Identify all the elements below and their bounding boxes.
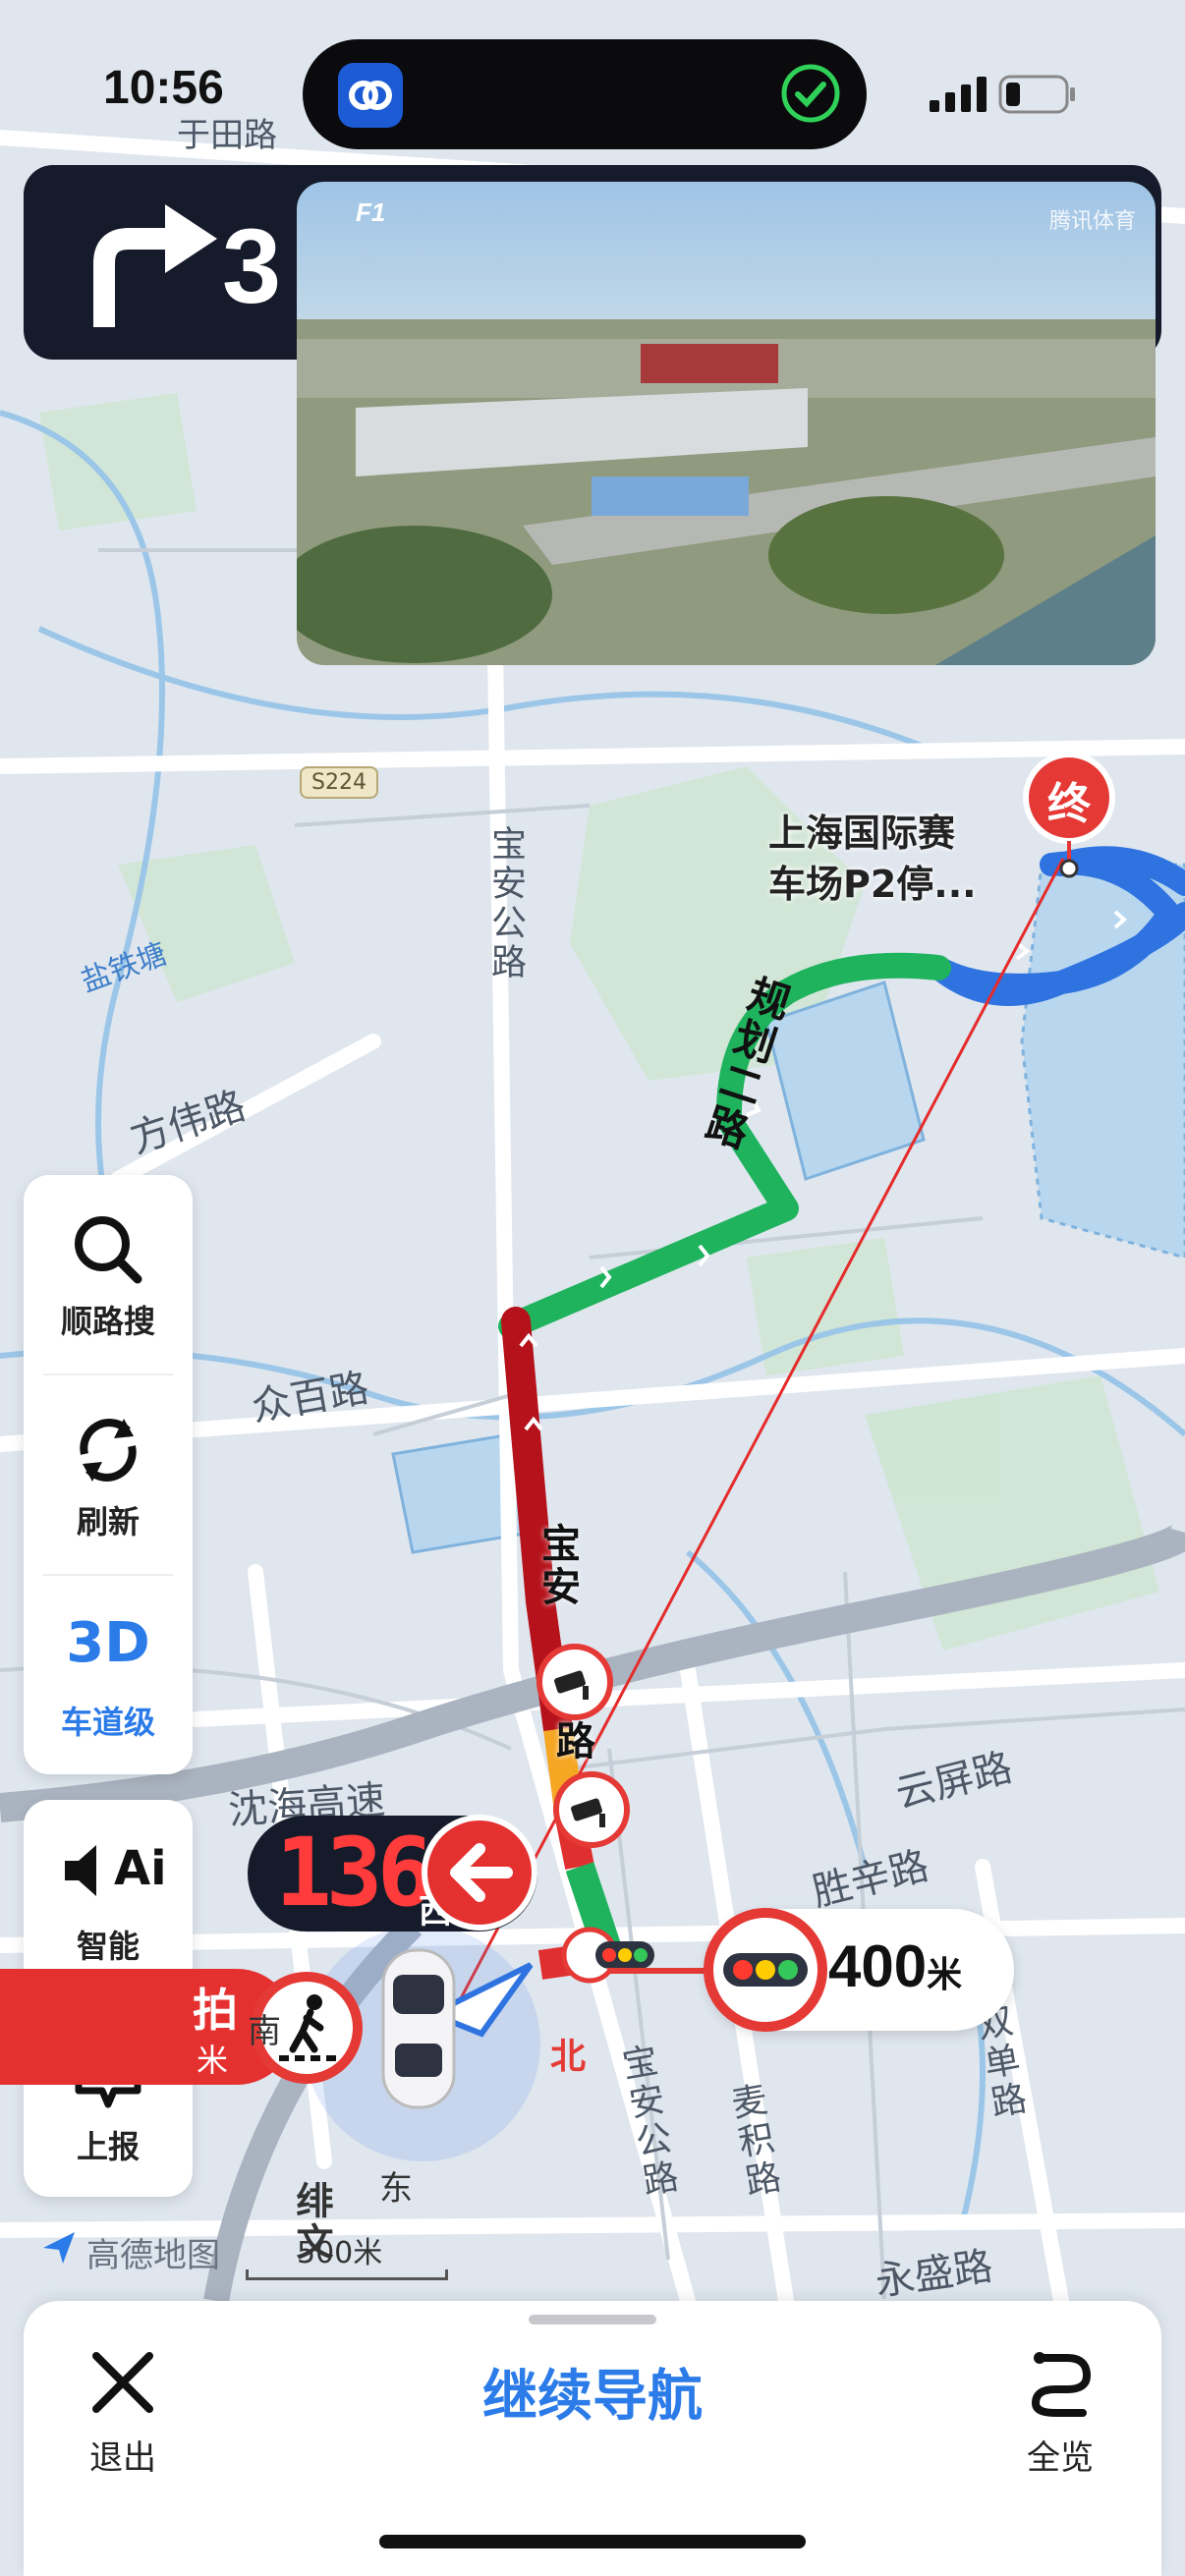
link-app-icon: [338, 63, 403, 128]
arrow-left-icon: [421, 1814, 538, 1935]
aerial-track-image: F1: [297, 182, 1156, 665]
compass-east: 东: [379, 2169, 413, 2209]
turn-right-icon: [75, 195, 222, 336]
ai-assistant-button[interactable]: Ai 智能: [24, 1800, 193, 1996]
destination-marker-text: 终: [1047, 779, 1091, 829]
video-watermark: 腾讯体育: [1048, 209, 1136, 234]
highway-shield: S224: [300, 766, 378, 799]
refresh-label: 刷新: [76, 1503, 140, 1540]
traffic-light-icon: [702, 1906, 829, 2038]
f1-logo: F1: [356, 197, 385, 227]
turn-distance: 3: [222, 206, 282, 325]
route-overview-icon: [1031, 2352, 1092, 2417]
side-toolbar: 顺路搜 刷新 3D 车道级: [24, 1175, 193, 1774]
destination-label[interactable]: 上海国际赛 车场P2停...: [768, 808, 977, 910]
ai-label: 智能: [76, 1928, 140, 1965]
map-scale-bar: [246, 2269, 448, 2280]
search-along-route-label: 顺路搜: [60, 1303, 155, 1340]
distance-unit: 米: [927, 1954, 963, 1994]
refresh-button[interactable]: 刷新: [24, 1375, 193, 1572]
destination-name-line2: 车场P2停...: [768, 863, 977, 906]
current-speed: 136: [275, 1818, 433, 1928]
lane-level-label: 车道级: [60, 1704, 155, 1741]
amap-logo-icon: [39, 2228, 79, 2271]
camera-alert-unit: 米: [197, 2042, 229, 2079]
amap-logo-text: 高德地图: [86, 2236, 220, 2275]
search-icon: [75, 1216, 142, 1284]
road-label: 宝安公路: [485, 825, 526, 982]
map-scale-label: 500米: [297, 2236, 383, 2270]
video-pip-overlay[interactable]: F1 腾讯体育: [297, 182, 1156, 665]
refresh-icon: [80, 1419, 137, 1482]
drag-handle[interactable]: [529, 2315, 656, 2324]
exit-label: 退出: [89, 2438, 156, 2478]
check-circle-icon: [780, 63, 841, 124]
ai-icon-text: Ai: [114, 1841, 167, 1896]
destination-name-line1: 上海国际赛: [768, 812, 956, 855]
road-label: 于田路: [177, 116, 277, 155]
compass-north: 北: [550, 2037, 587, 2077]
report-label: 上报: [76, 2128, 140, 2165]
home-indicator[interactable]: [379, 2535, 806, 2548]
lane-level-3d-button[interactable]: 3D 车道级: [24, 1576, 193, 1772]
destination-marker[interactable]: 终: [1020, 752, 1118, 884]
callout-connector: [607, 1968, 715, 1974]
overview-button[interactable]: 全览: [996, 2344, 1124, 2482]
overview-label: 全览: [1027, 2438, 1094, 2478]
speaker-icon: [65, 1845, 96, 1896]
dynamic-island[interactable]: [303, 39, 867, 149]
search-along-route-button[interactable]: 顺路搜: [24, 1175, 193, 1372]
status-time: 10:56: [103, 62, 224, 114]
compass-south: 南: [248, 2012, 281, 2051]
signal-icon: [930, 77, 988, 116]
battery-icon: [998, 75, 1077, 118]
lane-3d-text: 3D: [66, 1611, 150, 1675]
traffic-light-marker[interactable]: [560, 1926, 658, 1988]
traffic-camera-icon[interactable]: [552, 1770, 631, 1853]
route-road-label: 宝安: [535, 1523, 580, 1609]
camera-alert-text: 拍: [193, 1984, 238, 2037]
traffic-camera-icon[interactable]: [536, 1643, 614, 1725]
traffic-light-distance: 400米: [828, 1932, 962, 2000]
distance-value: 400: [828, 1933, 928, 1999]
